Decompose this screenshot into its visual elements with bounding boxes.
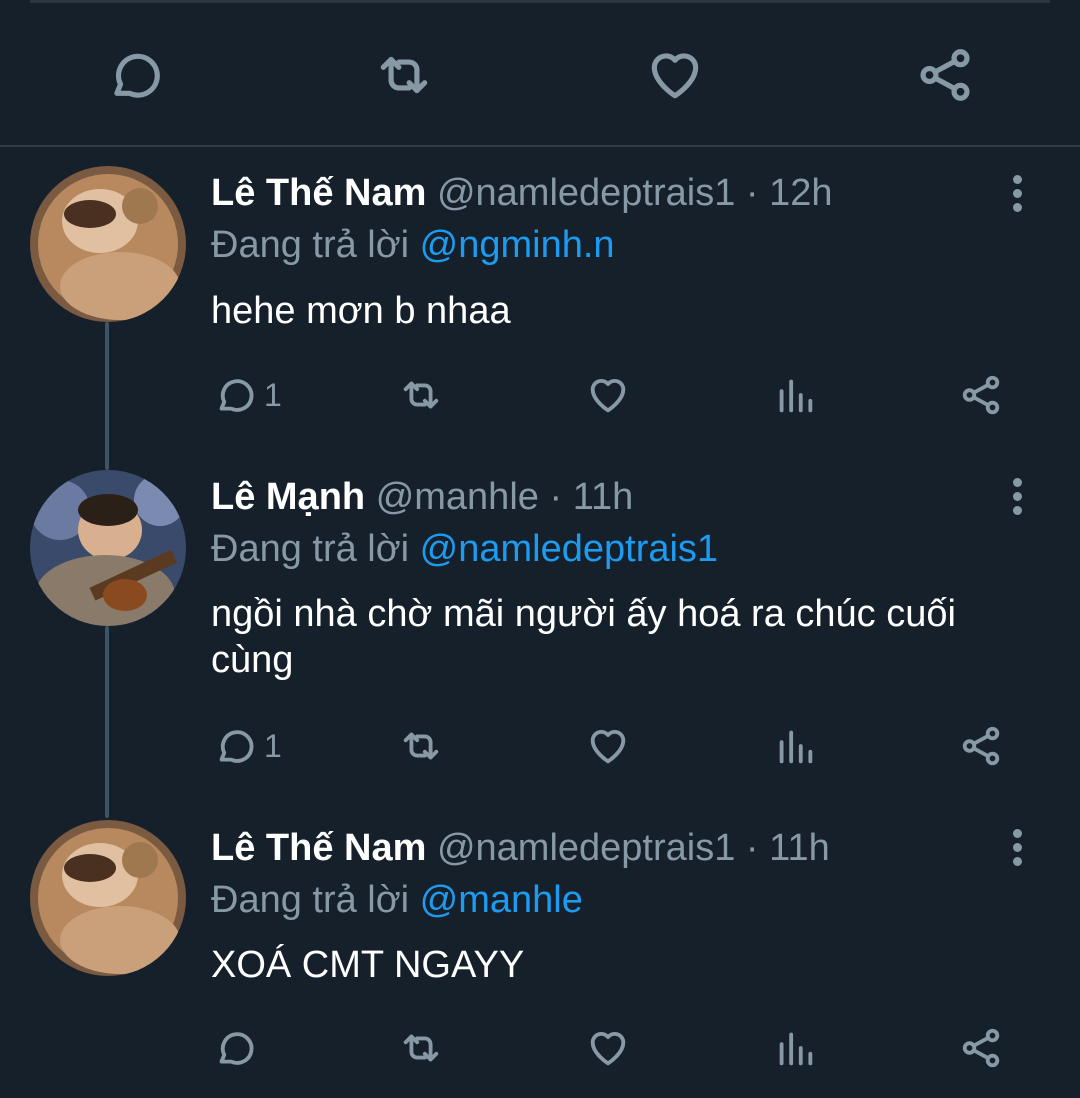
retweet-button[interactable]: [398, 721, 444, 771]
heart-icon: [644, 44, 706, 106]
analytics-button[interactable]: [772, 370, 818, 420]
user-handle[interactable]: @namledeptrais1: [437, 172, 735, 214]
separator: ·: [745, 827, 759, 869]
user-handle[interactable]: @manhle: [376, 476, 539, 518]
heart-icon: [585, 372, 631, 418]
main-tweet-actions: [0, 0, 1080, 146]
timestamp[interactable]: 11h: [573, 476, 634, 518]
user-handle[interactable]: @namledeptrais1: [437, 827, 735, 869]
share-icon: [958, 1025, 1004, 1071]
share-icon: [914, 44, 976, 106]
separator: ·: [745, 172, 759, 214]
share-button[interactable]: [958, 370, 1004, 420]
more-options-button[interactable]: [1000, 167, 1034, 219]
share-button[interactable]: [910, 40, 980, 110]
avatar[interactable]: [30, 820, 186, 976]
retweet-icon: [398, 1025, 444, 1071]
share-button[interactable]: [958, 721, 1004, 771]
display-name[interactable]: Lê Thế Nam: [211, 172, 426, 214]
retweet-button[interactable]: [398, 1023, 444, 1073]
share-icon: [958, 372, 1004, 418]
avatar[interactable]: [30, 166, 186, 322]
retweet-icon: [398, 723, 444, 769]
replying-to-label: Đang trả lời: [211, 879, 410, 921]
stats-icon: [772, 1025, 818, 1071]
reply-button[interactable]: [100, 40, 170, 110]
share-button[interactable]: [958, 1023, 1004, 1073]
mention-link[interactable]: @manhle: [420, 879, 583, 921]
analytics-button[interactable]: [772, 1023, 818, 1073]
reply-icon: [104, 44, 166, 106]
retweet-icon: [373, 44, 435, 106]
reply-icon: [212, 1025, 258, 1071]
tweet-text: ngồi nhà chờ mãi người ấy hoá ra chúc cu…: [211, 593, 956, 681]
tweet-text: hehe mơn b nhaa: [211, 290, 511, 332]
heart-icon: [585, 1025, 631, 1071]
like-button[interactable]: [585, 370, 631, 420]
thread-line: [105, 322, 109, 470]
reply-icon: [212, 372, 258, 418]
mention-link[interactable]: @ngminh.n: [420, 224, 615, 266]
stats-icon: [772, 372, 818, 418]
tweet-text: XOÁ CMT NGAYY: [211, 944, 525, 986]
timestamp[interactable]: 12h: [769, 172, 832, 214]
retweet-icon: [398, 372, 444, 418]
separator: ·: [549, 476, 563, 518]
retweet-button[interactable]: [398, 370, 444, 420]
reply-button[interactable]: [212, 1023, 264, 1073]
display-name[interactable]: Lê Thế Nam: [211, 827, 426, 869]
reply-count: 1: [264, 376, 282, 413]
reply-button[interactable]: 1: [212, 721, 282, 771]
stats-icon: [772, 723, 818, 769]
analytics-button[interactable]: [772, 721, 818, 771]
replying-to-label: Đang trả lời: [211, 224, 410, 266]
divider: [0, 145, 1080, 147]
retweet-button[interactable]: [369, 40, 439, 110]
like-button[interactable]: [640, 40, 710, 110]
share-icon: [958, 723, 1004, 769]
thread-line: [105, 626, 109, 818]
display-name[interactable]: Lê Mạnh: [211, 476, 365, 518]
more-options-button[interactable]: [1000, 821, 1034, 873]
heart-icon: [585, 723, 631, 769]
like-button[interactable]: [585, 1023, 631, 1073]
mention-link[interactable]: @namledeptrais1: [420, 528, 718, 570]
reply-count: 1: [264, 727, 282, 764]
reply-icon: [212, 723, 258, 769]
avatar[interactable]: [30, 470, 186, 626]
timestamp[interactable]: 11h: [769, 827, 830, 869]
replying-to-label: Đang trả lời: [211, 528, 410, 570]
like-button[interactable]: [585, 721, 631, 771]
more-options-button[interactable]: [1000, 470, 1034, 522]
reply-button[interactable]: 1: [212, 370, 282, 420]
